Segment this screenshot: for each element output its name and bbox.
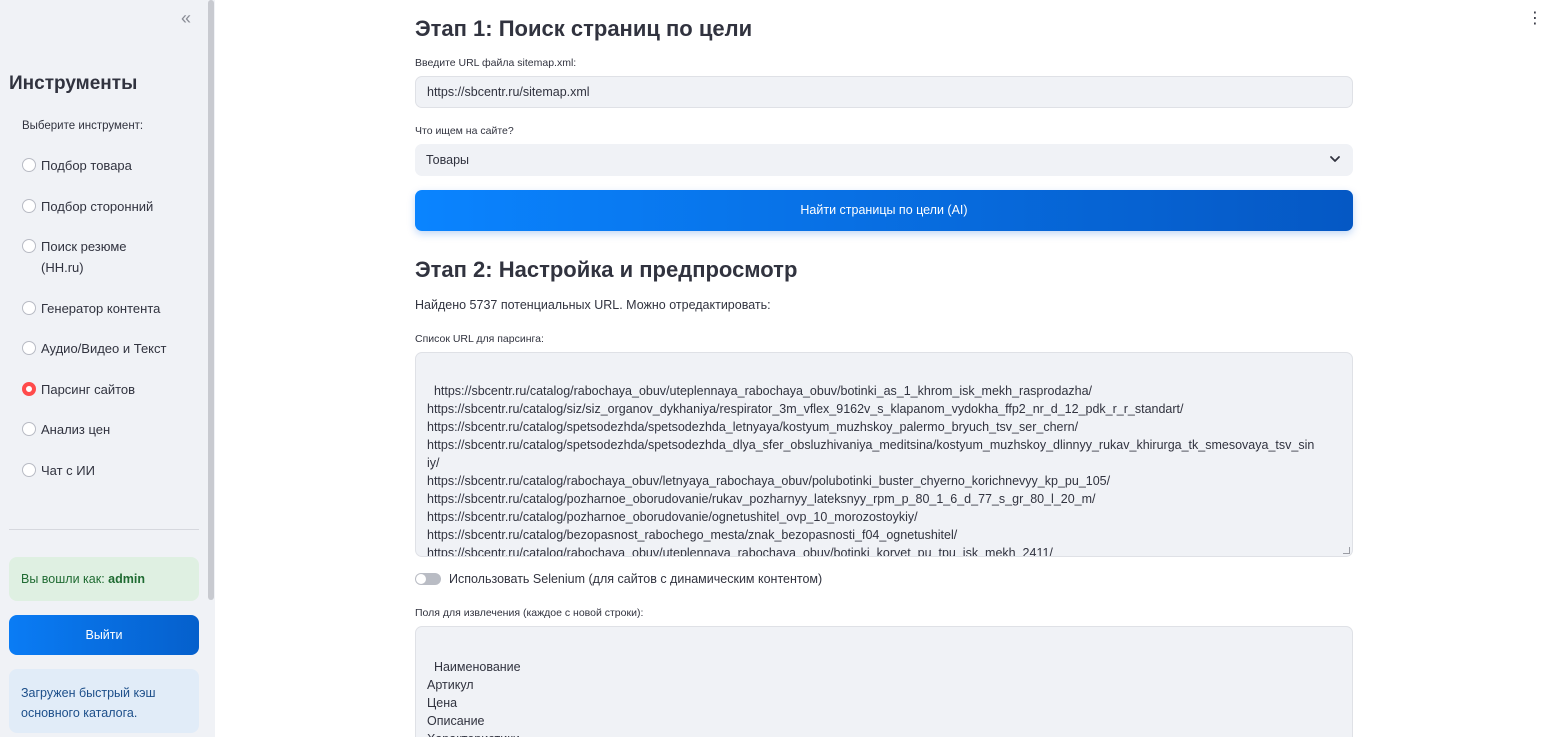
fields-label: Поля для извлечения (каждое с новой стро…	[415, 607, 644, 619]
url-list-textarea[interactable]: https://sbcentr.ru/catalog/rabochaya_obu…	[415, 352, 1353, 557]
sidebar-scrollbar[interactable]	[208, 0, 214, 600]
sidebar-divider	[9, 529, 199, 530]
stage1-title: Этап 1: Поиск страниц по цели	[415, 16, 753, 41]
radio-circle-icon	[22, 301, 36, 315]
main-menu-icon[interactable]: ⋮	[1527, 8, 1543, 28]
sidebar: « Инструменты Выберите инструмент: Подбо…	[0, 0, 215, 737]
radio-label: Поиск резюме (HH.ru)	[41, 239, 127, 275]
tool-select-label: Выберите инструмент:	[22, 120, 144, 132]
login-prefix: Вы вошли как:	[21, 572, 105, 586]
radio-tool-ai-chat[interactable]: Чат с ИИ	[22, 460, 191, 481]
radio-label: Аудио/Видео и Текст	[41, 341, 167, 356]
radio-circle-icon	[22, 199, 36, 213]
url-list-label: Список URL для парсинга:	[415, 333, 544, 345]
radio-tool-audio-video[interactable]: Аудио/Видео и Текст	[22, 338, 191, 359]
sitemap-label: Введите URL файла sitemap.xml:	[415, 57, 577, 69]
goal-label: Что ищем на сайте?	[415, 125, 514, 137]
radio-selected-icon	[22, 382, 36, 396]
stage2-title: Этап 2: Настройка и предпросмотр	[415, 257, 798, 282]
radio-tool-product-selection[interactable]: Подбор товара	[22, 155, 191, 176]
goal-selected-value: Товары	[426, 153, 469, 167]
radio-label: Подбор товара	[41, 158, 132, 173]
found-urls-text: Найдено 5737 потенциальных URL. Можно от…	[415, 298, 771, 312]
radio-circle-icon	[22, 341, 36, 355]
selenium-label: Использовать Selenium (для сайтов с дина…	[449, 572, 823, 586]
radio-tool-resume-search[interactable]: Поиск резюме (HH.ru)	[22, 236, 151, 278]
radio-circle-icon	[22, 239, 36, 253]
logout-button[interactable]: Выйти	[9, 615, 199, 655]
radio-label: Генератор контента	[41, 301, 161, 316]
selenium-toggle[interactable]: Использовать Selenium (для сайтов с дина…	[415, 572, 822, 586]
collapse-sidebar-icon[interactable]: «	[176, 8, 196, 29]
radio-label: Анализ цен	[41, 422, 111, 437]
radio-label: Чат с ИИ	[41, 463, 95, 478]
sitemap-input[interactable]	[415, 76, 1353, 108]
fields-content: Наименование Артикул Цена Описание Харак…	[427, 660, 521, 737]
radio-tool-third-party[interactable]: Подбор сторонний	[22, 196, 191, 217]
cache-info-box: Загружен быстрый кэш основного каталога.	[9, 669, 199, 733]
radio-tool-site-parsing[interactable]: Парсинг сайтов	[22, 379, 191, 400]
resize-handle-icon[interactable]	[1343, 547, 1350, 554]
sidebar-title: Инструменты	[9, 73, 138, 94]
login-username: admin	[108, 572, 145, 586]
radio-circle-icon	[22, 463, 36, 477]
radio-label: Парсинг сайтов	[41, 382, 136, 397]
toggle-switch-icon[interactable]	[415, 573, 441, 585]
find-pages-button[interactable]: Найти страницы по цели (AI)	[415, 190, 1353, 231]
radio-tool-content-generator[interactable]: Генератор контента	[22, 298, 191, 319]
radio-circle-icon	[22, 158, 36, 172]
radio-circle-icon	[22, 422, 36, 436]
radio-tool-price-analysis[interactable]: Анализ цен	[22, 419, 191, 440]
radio-label: Подбор сторонний	[41, 199, 154, 214]
login-status-box: Вы вошли как: admin	[9, 557, 199, 601]
url-list-content: https://sbcentr.ru/catalog/rabochaya_obu…	[427, 384, 1315, 557]
goal-select[interactable]: Товары	[415, 144, 1353, 176]
chevron-down-icon	[1330, 156, 1340, 162]
fields-textarea[interactable]: Наименование Артикул Цена Описание Харак…	[415, 626, 1353, 737]
